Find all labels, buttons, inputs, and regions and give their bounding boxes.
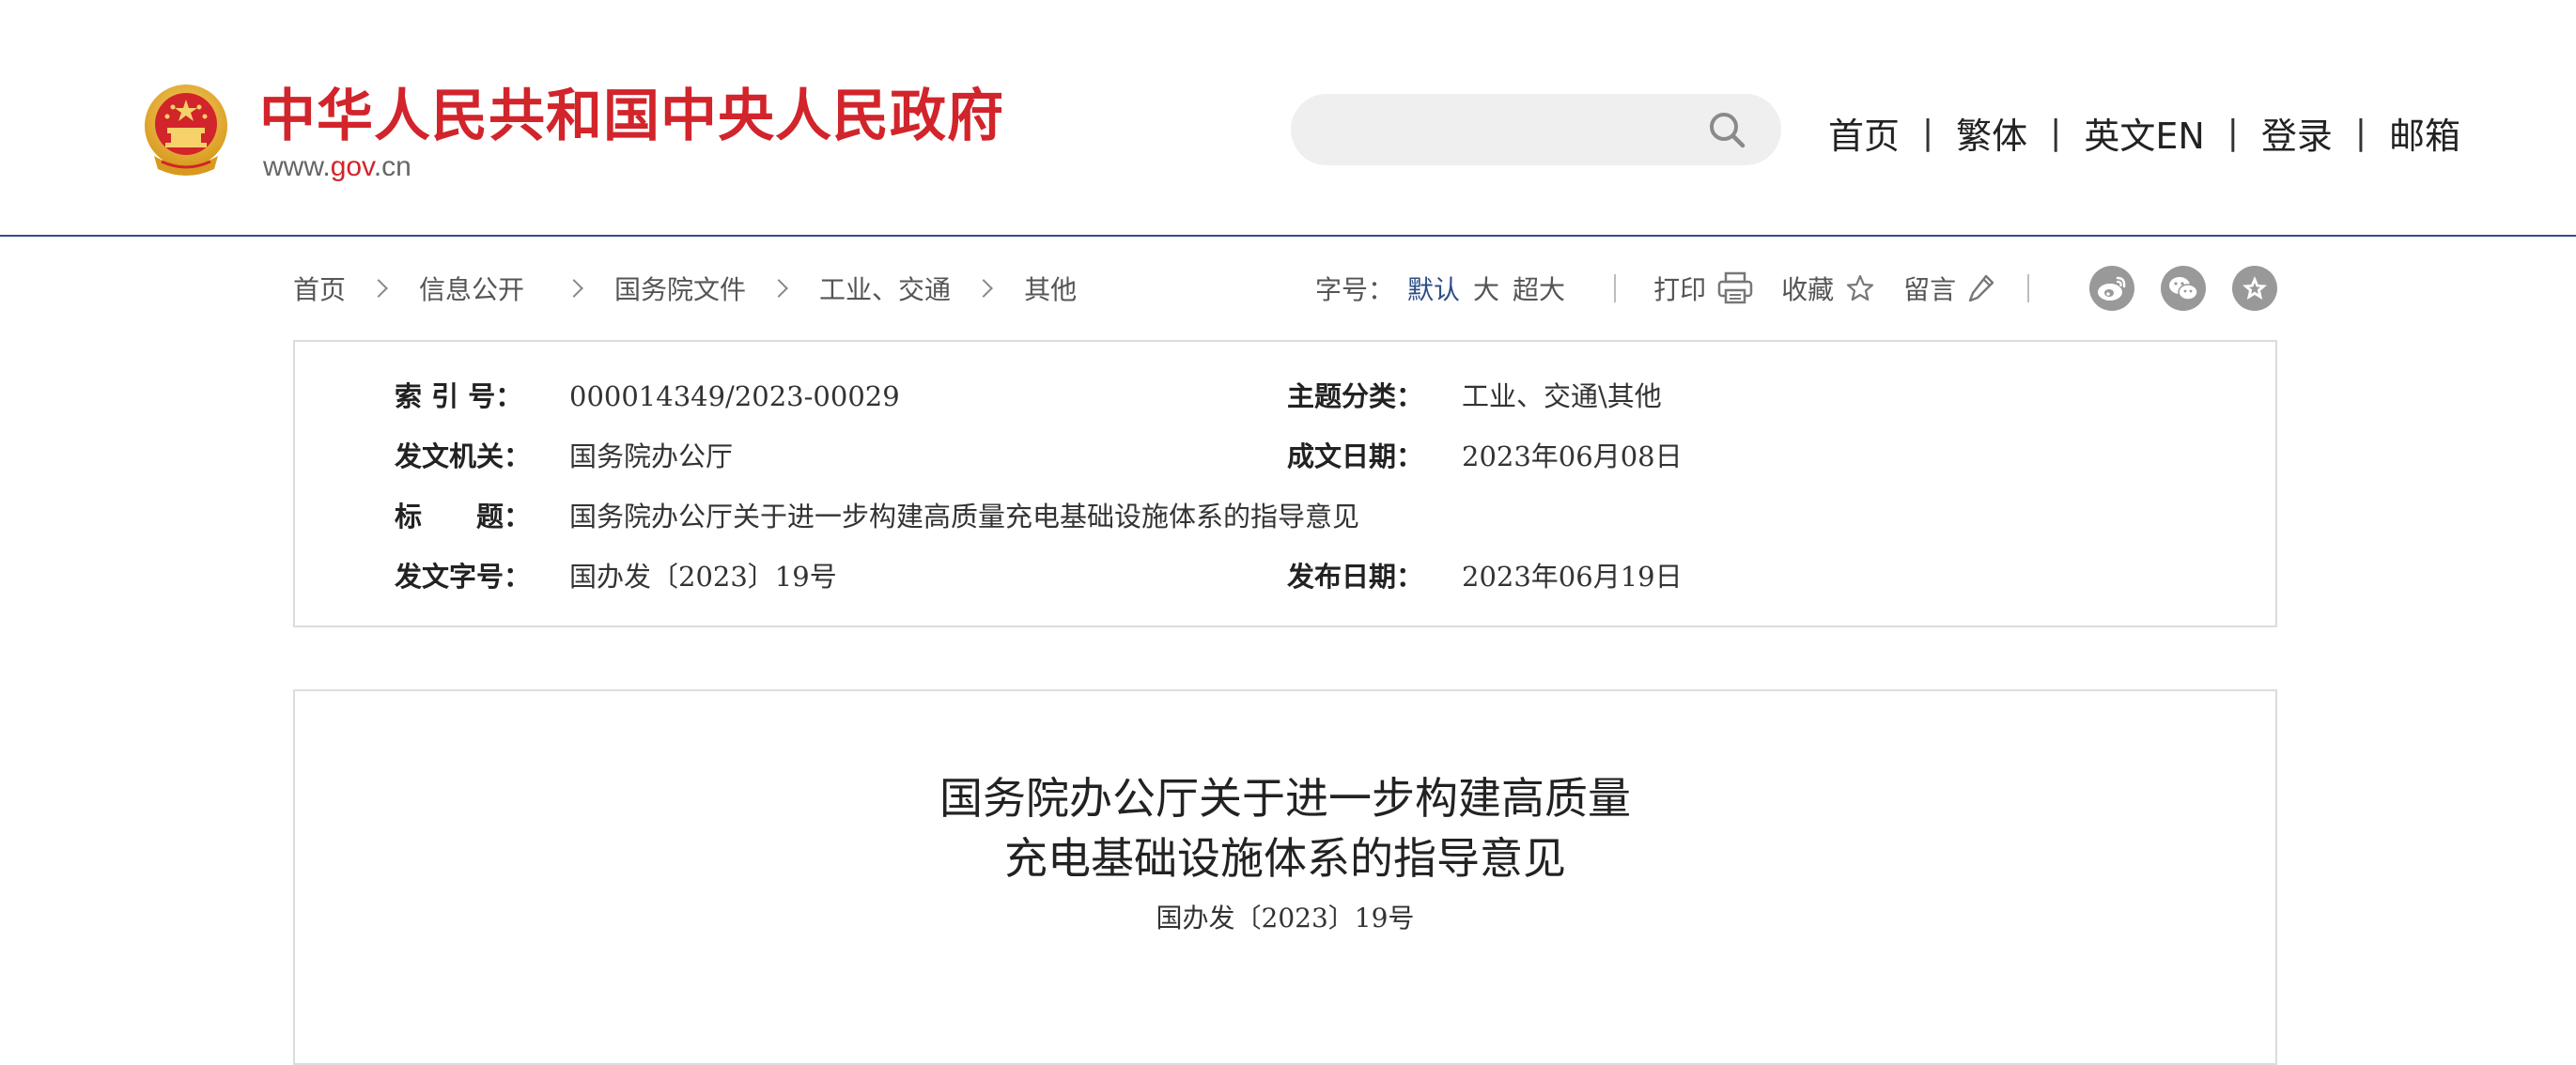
print-button[interactable]: 打印 — [1653, 270, 1753, 307]
national-emblem-logo[interactable] — [141, 83, 231, 180]
breadcrumb-other[interactable]: 其他 — [1024, 270, 1077, 307]
breadcrumb: 首页 信息公开 国务院文件 工业、交通 其他 — [293, 263, 1077, 314]
meta-index-label: 索 引 号： — [395, 380, 523, 412]
printer-icon — [1717, 271, 1753, 304]
nav-traditional-link[interactable]: 繁体 — [1956, 107, 2027, 159]
site-url-prefix: www. — [263, 151, 331, 182]
meta-publish-date-label: 发布日期： — [1287, 561, 1424, 593]
star-outline-icon — [1846, 274, 1874, 301]
breadcrumb-state-council-docs[interactable]: 国务院文件 — [614, 270, 746, 307]
site-header: 中华人民共和国中央人民政府 www.gov.cn 首页 | 繁体 | 英文EN … — [0, 0, 2576, 237]
meta-written-date-label: 成文日期： — [1287, 440, 1424, 472]
nav-separator: | — [2050, 113, 2062, 152]
comment-label: 留言 — [1903, 274, 1957, 305]
search-input[interactable] — [1319, 105, 1680, 156]
meta-issuer-value: 国务院办公厅 — [569, 440, 734, 472]
nav-home-link[interactable]: 首页 — [1828, 107, 1900, 159]
chevron-right-icon — [769, 279, 788, 298]
breadcrumb-industry-transport[interactable]: 工业、交通 — [819, 270, 951, 307]
meta-issuer-label: 发文机关： — [395, 440, 532, 472]
chevron-right-icon — [565, 279, 583, 298]
site-url-gov: gov — [330, 151, 374, 182]
meta-doc-no-label: 发文字号： — [395, 561, 532, 593]
favorite-button[interactable]: 收藏 — [1781, 270, 1875, 307]
breadcrumb-info-public[interactable]: 信息公开 — [419, 270, 524, 307]
meta-index-value: 000014349/2023-00029 — [569, 380, 900, 412]
chevron-right-icon — [369, 279, 388, 298]
article-content: 国务院办公厅关于进一步构建高质量 充电基础设施体系的指导意见 国办发〔2023〕… — [293, 689, 2277, 1065]
font-size-xlarge[interactable]: 超大 — [1513, 270, 1565, 307]
site-title[interactable]: 中华人民共和国中央人民政府 — [259, 79, 1004, 154]
wechat-icon[interactable] — [2161, 266, 2206, 311]
document-meta-box: 索 引 号： 000014349/2023-00029 主题分类： 工业、交通\… — [293, 340, 2277, 627]
meta-title-label: 标 题： — [395, 501, 532, 532]
site-url-suffix: .cn — [373, 151, 411, 182]
nav-login-link[interactable]: 登录 — [2261, 107, 2333, 159]
nav-separator: | — [1922, 113, 1934, 152]
nav-english-link[interactable]: 英文EN — [2084, 107, 2204, 159]
favorite-label: 收藏 — [1781, 274, 1835, 305]
breadcrumb-home[interactable]: 首页 — [293, 270, 346, 307]
page-tools: 字号： 默认 大 超大 打印 收藏 留言 — [1315, 263, 2030, 314]
pencil-icon — [1968, 274, 1994, 302]
meta-doc-no-value: 国办发〔2023〕19号 — [569, 561, 837, 593]
nav-separator: | — [2354, 113, 2367, 152]
site-url[interactable]: www.gov.cn — [263, 150, 411, 184]
font-size-default[interactable]: 默认 — [1407, 270, 1460, 307]
article-title-line-1: 国务院办公厅关于进一步构建高质量 — [939, 773, 1631, 824]
nav-separator: | — [2227, 113, 2239, 152]
article-title: 国务院办公厅关于进一步构建高质量 充电基础设施体系的指导意见 — [295, 768, 2275, 888]
meta-publish-date-value: 2023年06月19日 — [1462, 561, 1683, 593]
font-size-label: 字号： — [1315, 274, 1395, 305]
meta-category-value: 工业、交通\其他 — [1462, 380, 1662, 412]
search-box — [1291, 94, 1781, 165]
weibo-icon[interactable] — [2089, 266, 2134, 311]
comment-button[interactable]: 留言 — [1903, 270, 1995, 307]
divider — [2027, 274, 2030, 302]
nav-mail-link[interactable]: 邮箱 — [2389, 107, 2460, 159]
meta-written-date-value: 2023年06月08日 — [1462, 440, 1683, 472]
article-doc-number: 国办发〔2023〕19号 — [1156, 903, 1415, 934]
toolbar: 首页 信息公开 国务院文件 工业、交通 其他 字号： 默认 大 超大 打印 收藏 — [293, 263, 2279, 314]
star-icon[interactable] — [2232, 266, 2277, 311]
print-label: 打印 — [1653, 274, 1707, 305]
article-title-line-2: 充电基础设施体系的指导意见 — [1004, 833, 1566, 884]
top-nav: 首页 | 繁体 | 英文EN | 登录 | 邮箱 — [1828, 103, 2460, 162]
meta-title-value: 国务院办公厅关于进一步构建高质量充电基础设施体系的指导意见 — [569, 501, 1360, 532]
share-bar — [2089, 263, 2304, 314]
divider — [1614, 274, 1617, 302]
font-size-large[interactable]: 大 — [1473, 270, 1499, 307]
chevron-right-icon — [974, 279, 993, 298]
search-icon[interactable] — [1704, 107, 1749, 152]
meta-category-label: 主题分类： — [1287, 380, 1424, 412]
